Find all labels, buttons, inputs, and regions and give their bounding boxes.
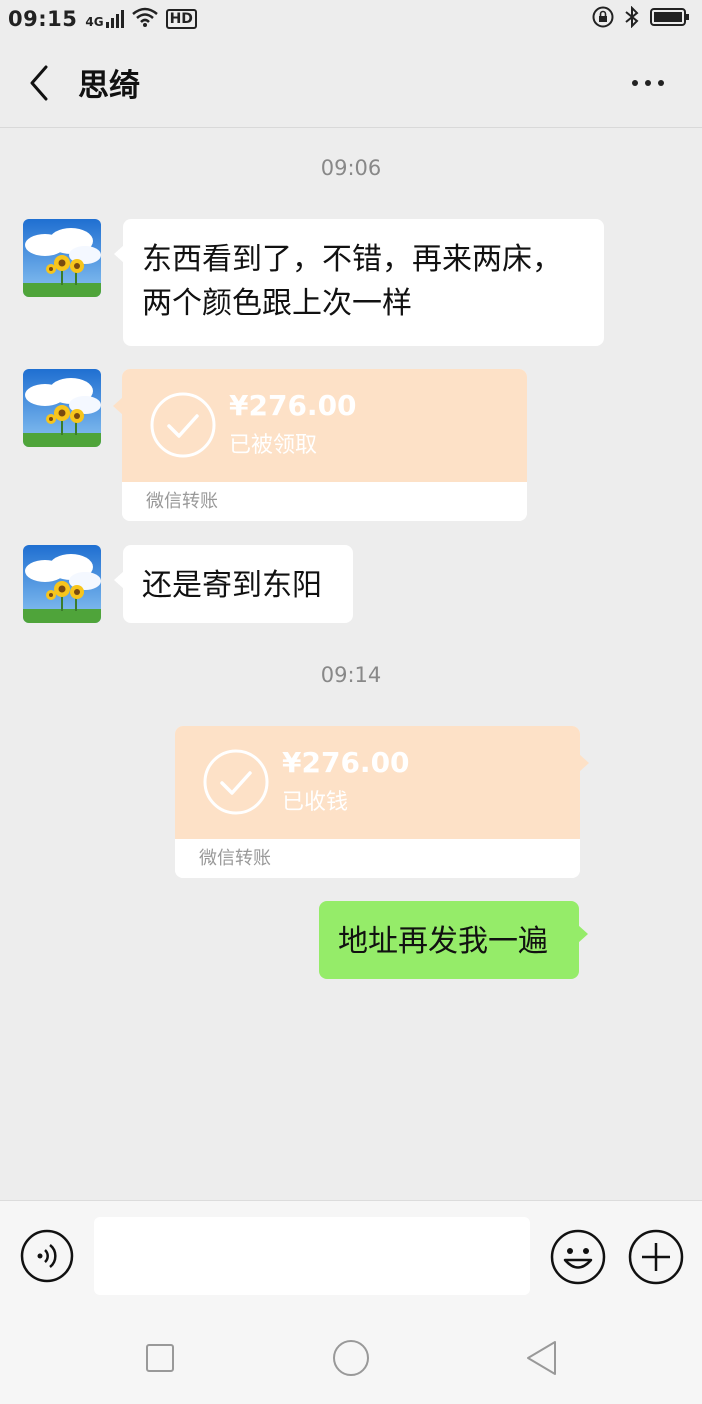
back-nav-button[interactable]: [522, 1338, 562, 1378]
system-nav-bar: [0, 1316, 702, 1404]
status-left: 09:15 4G HD: [8, 7, 197, 32]
voice-icon: [20, 1229, 74, 1283]
chat-screen: 09:15 4G HD 思绮 09:06 东西看到了，不错，再来两床， 两个颜色…: [0, 0, 702, 1404]
avatar[interactable]: [23, 369, 101, 447]
more-functions-button[interactable]: [628, 1229, 684, 1285]
transfer-card[interactable]: ¥276.00 已收钱 微信转账: [175, 726, 589, 878]
plus-icon: [628, 1229, 684, 1285]
check-circle-icon: [150, 392, 216, 458]
battery-icon: [650, 7, 690, 32]
page-title: 思绮: [78, 68, 140, 104]
wifi-icon: [131, 7, 158, 32]
recent-apps-button[interactable]: [140, 1338, 180, 1378]
chat-header: 思绮: [0, 38, 702, 128]
received-message-bubble[interactable]: 东西看到了，不错，再来两床， 两个颜色跟上次一样: [114, 219, 604, 346]
status-time: 09:15: [8, 7, 78, 31]
avatar[interactable]: [23, 219, 101, 297]
transfer-status: 已被领取: [229, 433, 318, 458]
timestamp: 09:06: [320, 156, 382, 180]
more-dots-icon: [632, 80, 638, 86]
transfer-footer: 微信转账: [122, 482, 527, 521]
transfer-amount: ¥276.00: [229, 389, 357, 422]
more-dot: [658, 80, 664, 86]
lock-rotation-icon: [592, 6, 614, 33]
transfer-status: 已收钱: [282, 790, 349, 815]
bluetooth-icon: [624, 5, 640, 33]
emoji-button[interactable]: [550, 1229, 606, 1285]
transfer-card-body: ¥276.00 已被领取: [113, 369, 527, 482]
more-dot: [645, 80, 651, 86]
message-text: 还是寄到东阳: [142, 568, 322, 603]
message-text: 两个颜色跟上次一样: [142, 286, 412, 321]
more-button[interactable]: [624, 68, 672, 98]
message-input[interactable]: [94, 1217, 530, 1295]
circle-icon: [333, 1340, 369, 1376]
voice-button[interactable]: [20, 1229, 74, 1283]
received-message-bubble[interactable]: 还是寄到东阳: [114, 545, 353, 623]
sunflower-avatar-icon: [23, 545, 101, 623]
message-text: 东西看到了，不错，再来两床，: [142, 242, 562, 277]
sunflower-avatar-icon: [23, 369, 101, 447]
transfer-amount: ¥276.00: [282, 746, 410, 779]
sunflower-avatar-icon: [23, 219, 101, 297]
hd-badge: HD: [165, 9, 197, 29]
back-chevron-icon: [30, 65, 48, 100]
status-bar: 09:15 4G HD: [0, 0, 702, 38]
back-button[interactable]: [0, 38, 78, 128]
transfer-card-body: ¥276.00 已收钱: [175, 726, 589, 839]
emoji-icon: [550, 1229, 606, 1285]
timestamp: 09:14: [320, 663, 382, 687]
transfer-card[interactable]: ¥276.00 已被领取 微信转账: [113, 369, 527, 521]
input-bar: [0, 1200, 702, 1316]
signal-icon: 4G: [85, 10, 124, 29]
message-text: 地址再发我一遍: [338, 924, 548, 959]
status-right: [592, 5, 690, 33]
sent-message-bubble[interactable]: 地址再发我一遍: [319, 901, 588, 979]
home-button[interactable]: [331, 1338, 371, 1378]
avatar[interactable]: [23, 545, 101, 623]
triangle-back-icon: [527, 1341, 556, 1375]
square-icon: [146, 1344, 174, 1372]
transfer-footer: 微信转账: [175, 839, 580, 878]
check-circle-icon: [203, 749, 269, 815]
network-type: 4G: [85, 15, 104, 29]
